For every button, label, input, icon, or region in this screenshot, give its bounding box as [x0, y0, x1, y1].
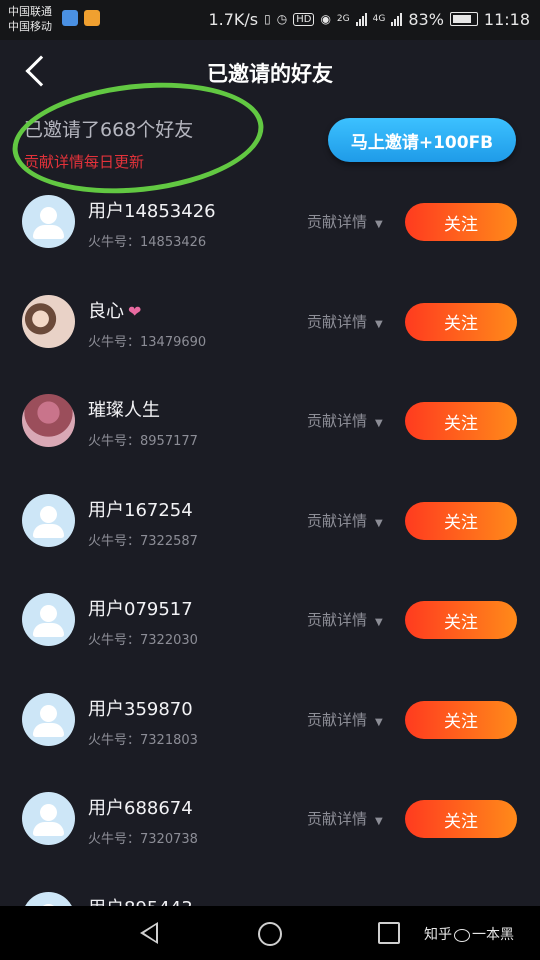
friend-row[interactable]: 用户079517 火牛号：7322030 贡献详情 ▼ 关注 [0, 591, 540, 690]
friend-uid: 火牛号：13479690 [88, 334, 207, 350]
friend-name: 良心 ❤ [88, 297, 141, 323]
caret-down-icon: ▼ [375, 816, 383, 827]
follow-button[interactable]: 关注 [405, 800, 517, 838]
friend-list: 用户14853426 火牛号：14853426 贡献详情 ▼ 关注 良心 ❤ 火牛号：1347… [0, 0, 540, 906]
caret-down-icon: ▼ [375, 716, 383, 728]
friend-name-text: 用户359870 [88, 698, 193, 720]
friend-name: 用户895443 [88, 894, 193, 907]
default-avatar[interactable] [22, 593, 75, 646]
follow-button[interactable]: 关注 [405, 501, 517, 540]
contribution-detail-dropdown[interactable]: 贡献详情 ▼ [307, 709, 383, 730]
friend-row[interactable]: 用户895443 [0, 890, 540, 907]
contribution-detail-dropdown[interactable]: 贡献详情 ▼ [307, 510, 383, 531]
friend-name: 璀璨人生 [88, 396, 160, 422]
friend-row[interactable]: 用户688674 火牛号：7320738 贡献详情 ▼ 关注 [0, 790, 540, 889]
contribution-detail-label: 贡献详情 [307, 810, 368, 828]
avatar[interactable] [22, 394, 75, 447]
caret-down-icon: ▼ [375, 418, 383, 429]
contribution-detail-label: 贡献详情 [307, 412, 368, 430]
nav-recent-apps-icon[interactable] [378, 922, 400, 944]
friend-row[interactable]: 用户14853426 火牛号：14853426 贡献详情 ▼ 关注 [0, 193, 540, 292]
caret-down-icon: ▼ [375, 318, 383, 330]
friend-name-text: 良心 [88, 300, 124, 322]
contribution-detail-label: 贡献详情 [307, 511, 368, 530]
default-avatar[interactable] [22, 792, 75, 845]
contribution-detail-dropdown[interactable]: 贡献详情 ▼ [307, 609, 383, 630]
friend-name-text: 用户895443 [88, 898, 193, 907]
friend-name-text: 璀璨人生 [88, 400, 160, 421]
wechat-icon [454, 928, 470, 942]
friend-uid: 火牛号：7322030 [88, 633, 198, 648]
caret-down-icon: ▼ [375, 517, 383, 529]
friend-name-text: 用户14853426 [88, 201, 216, 222]
friend-name-text: 用户688674 [88, 798, 193, 819]
default-avatar[interactable] [22, 493, 75, 547]
contribution-detail-label: 贡献详情 [307, 611, 368, 629]
follow-button[interactable]: 关注 [405, 302, 517, 341]
follow-button[interactable]: 关注 [405, 700, 517, 739]
contribution-detail-label: 贡献详情 [307, 213, 368, 231]
friend-row[interactable]: 良心 ❤ 火牛号：13479690 贡献详情 ▼ 关注 [0, 293, 540, 392]
contribution-detail-dropdown[interactable]: 贡献详情 ▼ [307, 311, 383, 332]
friend-uid: 火牛号：14853426 [88, 235, 207, 250]
friend-uid: 火牛号：7322587 [88, 533, 198, 549]
follow-button[interactable]: 关注 [405, 601, 517, 639]
friend-name: 用户359870 [88, 695, 193, 721]
nav-home-icon[interactable] [258, 922, 282, 946]
default-avatar[interactable] [22, 891, 75, 906]
default-avatar[interactable] [22, 195, 75, 248]
avatar[interactable] [22, 294, 75, 348]
contribution-detail-dropdown[interactable]: 贡献详情 ▼ [307, 410, 383, 431]
friend-row[interactable]: 用户167254 火牛号：7322587 贡献详情 ▼ 关注 [0, 492, 540, 591]
friend-name: 用户079517 [88, 595, 193, 621]
contribution-detail-label: 贡献详情 [307, 710, 368, 729]
heart-icon: ❤ [128, 301, 142, 321]
follow-button[interactable]: 关注 [405, 402, 517, 440]
friend-row[interactable]: 璀璨人生火牛号：8957177 贡献详情 ▼ 关注 [0, 392, 540, 491]
default-avatar[interactable] [22, 692, 75, 746]
contribution-detail-label: 贡献详情 [307, 312, 368, 331]
friend-name: 用户688674 [88, 794, 193, 820]
contribution-detail-dropdown[interactable]: 贡献详情 ▼ [307, 211, 383, 232]
follow-button[interactable]: 关注 [405, 203, 517, 241]
friend-name-text: 用户167254 [88, 499, 193, 521]
watermark-author: 一本黑 [472, 927, 514, 943]
friend-uid: 火牛号：7320738 [88, 832, 198, 847]
friend-uid: 火牛号：7321803 [88, 732, 198, 748]
system-nav-bar: 知乎 一本黑 [0, 906, 540, 960]
friend-row[interactable]: 用户359870 火牛号：7321803 贡献详情 ▼ 关注 [0, 691, 540, 790]
nav-back-icon[interactable] [140, 922, 158, 944]
caret-down-icon: ▼ [375, 617, 383, 628]
friend-name: 用户167254 [88, 496, 193, 522]
friend-name-text: 用户079517 [88, 599, 193, 620]
friend-name: 用户14853426 [88, 197, 216, 223]
watermark: 知乎 一本黑 [424, 924, 514, 944]
watermark-site: 知乎 [424, 927, 452, 943]
friend-uid: 火牛号：8957177 [88, 434, 198, 449]
contribution-detail-dropdown[interactable]: 贡献详情 ▼ [307, 808, 383, 829]
caret-down-icon: ▼ [375, 219, 383, 230]
